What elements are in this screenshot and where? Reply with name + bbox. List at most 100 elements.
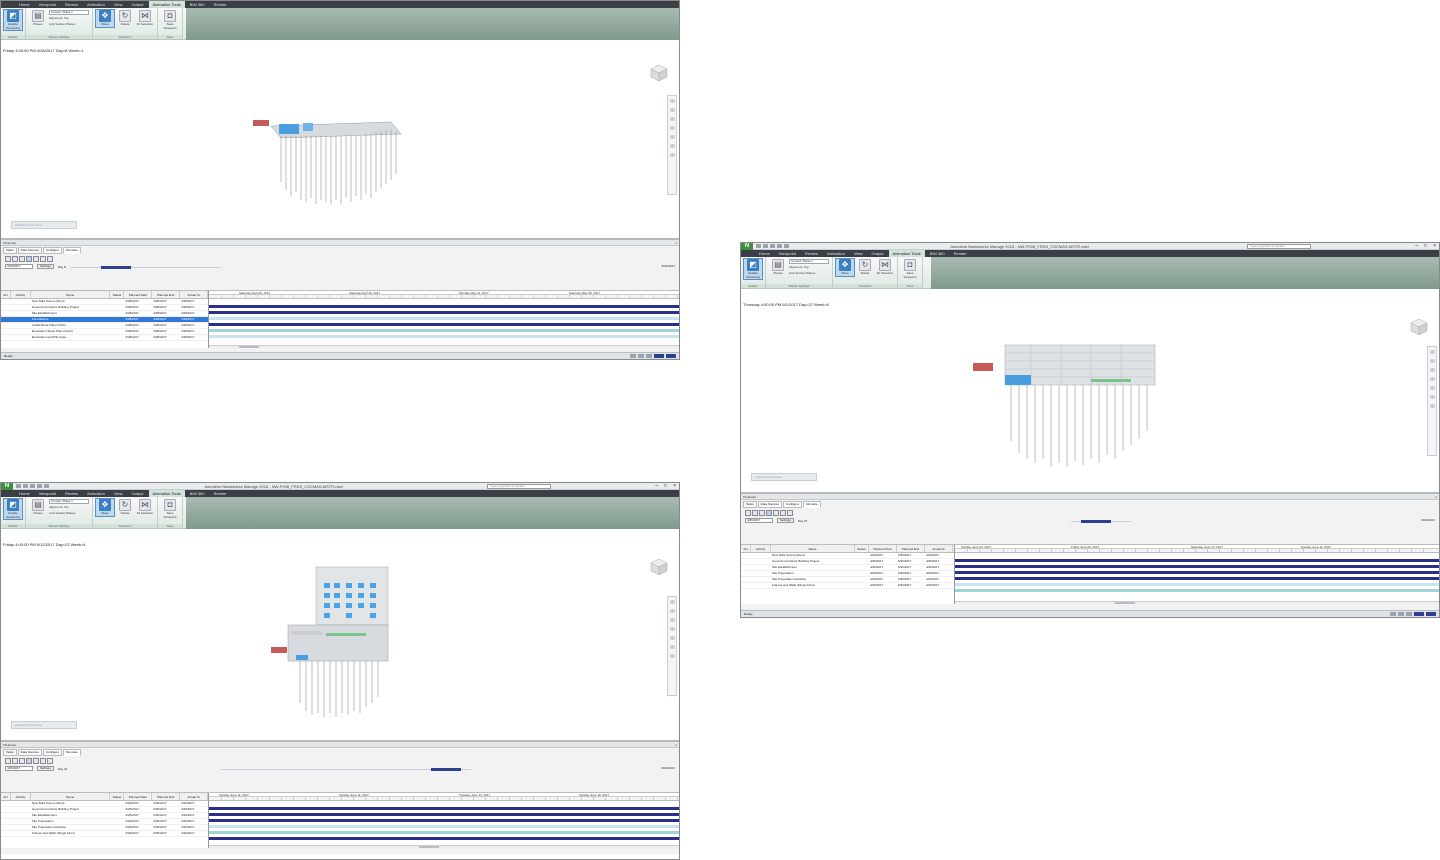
tab-animation-tools[interactable]: Animation Tools bbox=[148, 1, 185, 8]
alignment-dropdown[interactable]: Alignment: Top bbox=[49, 505, 89, 510]
navigation-bar[interactable] bbox=[667, 596, 677, 696]
viewcube-icon[interactable] bbox=[647, 61, 671, 83]
step-back-button[interactable] bbox=[12, 256, 18, 262]
play-button[interactable] bbox=[773, 510, 779, 516]
maximize-button[interactable]: □ bbox=[1424, 243, 1427, 250]
alignment-dropdown[interactable]: Alignment: Top bbox=[49, 16, 89, 21]
tab-data-sources[interactable]: Data Sources bbox=[17, 247, 42, 254]
pause-button[interactable] bbox=[766, 510, 772, 516]
date-input[interactable]: 4/26/2017 bbox=[5, 264, 33, 269]
col-planned-end[interactable]: Planned End bbox=[152, 793, 181, 800]
close-button[interactable]: × bbox=[1433, 243, 1436, 250]
col-status[interactable]: Status bbox=[110, 793, 125, 800]
col-actual-start[interactable]: Actual St bbox=[180, 793, 208, 800]
undo-icon[interactable] bbox=[777, 244, 782, 248]
tab-render[interactable]: Render bbox=[210, 490, 231, 497]
alignment-dropdown[interactable]: Alignment: Top bbox=[789, 265, 829, 270]
col-planned-start[interactable]: Planned Start bbox=[124, 793, 153, 800]
col-name[interactable]: Name bbox=[31, 793, 111, 800]
navigation-bar[interactable] bbox=[667, 95, 677, 195]
reverse-play-button[interactable] bbox=[19, 256, 25, 262]
minimize-button[interactable]: – bbox=[1415, 243, 1418, 250]
rewind-button[interactable] bbox=[745, 510, 751, 516]
redo-icon[interactable] bbox=[44, 484, 49, 488]
current-plane-dropdown[interactable]: Current: Plane 1 bbox=[789, 259, 829, 264]
reverse-play-button[interactable] bbox=[759, 510, 765, 516]
gantt-scrollbar[interactable] bbox=[209, 845, 679, 848]
tab-configure[interactable]: Configure bbox=[42, 247, 62, 254]
rotate-button[interactable]: ↻ Rotate bbox=[116, 499, 134, 516]
tab-animation-tools[interactable]: Animation Tools bbox=[888, 250, 925, 257]
save-icon[interactable] bbox=[23, 484, 28, 488]
move-button[interactable]: ✥ Move bbox=[95, 498, 115, 517]
timeline-slider[interactable] bbox=[71, 266, 221, 269]
forward-button[interactable] bbox=[47, 256, 53, 262]
open-icon[interactable] bbox=[16, 484, 21, 488]
table-row[interactable]: Excavation and Pile Caps 4/28/2017 4/28/20… bbox=[1, 335, 208, 341]
search-input[interactable]: Type a keyword or phrase bbox=[1247, 244, 1311, 249]
close-button[interactable]: × bbox=[673, 483, 676, 490]
save-viewpoint-button[interactable]: ◘ Save Viewpoint bbox=[161, 499, 179, 519]
tab-animation[interactable]: Animation bbox=[83, 490, 109, 497]
gantt-chart[interactable]: Sunday June 04, 2017 Friday June 09, 201… bbox=[955, 545, 1439, 604]
tab-render[interactable]: Render bbox=[950, 250, 971, 257]
gantt-bar[interactable] bbox=[209, 807, 679, 810]
tab-output[interactable]: Output bbox=[127, 1, 147, 8]
enable-sectioning-button[interactable]: ◩ Enable Sectioning bbox=[3, 498, 23, 520]
planes-button[interactable]: ▤ Planes bbox=[769, 259, 787, 276]
open-icon[interactable] bbox=[756, 244, 761, 248]
link-section-planes[interactable]: Link Section Planes bbox=[49, 511, 89, 516]
col-planned-start[interactable]: Planned Start bbox=[869, 545, 897, 552]
3d-viewport[interactable]: Friday 4:00:00 PM 4/28/2017 Day=8 Week=1… bbox=[1, 47, 679, 237]
current-plane-dropdown[interactable]: Current: Plane 1 bbox=[49, 499, 89, 504]
viewcube-icon[interactable] bbox=[1407, 315, 1431, 337]
building-model[interactable] bbox=[971, 341, 1166, 471]
settings-button[interactable]: Settings bbox=[37, 264, 54, 269]
col-act[interactable]: Act bbox=[1, 793, 11, 800]
print-icon[interactable] bbox=[770, 244, 775, 248]
tab-review[interactable]: Review bbox=[801, 250, 822, 257]
navigation-bar[interactable] bbox=[1427, 346, 1437, 456]
col-activity[interactable]: Activity bbox=[751, 545, 771, 552]
forward-button[interactable] bbox=[47, 758, 53, 764]
gantt-chart[interactable]: Saturday April 29, 2017 Saturday April 2… bbox=[209, 291, 679, 348]
col-act[interactable]: Act bbox=[1, 291, 11, 298]
col-activity[interactable]: Activity bbox=[11, 291, 31, 298]
tab-viewpoint[interactable]: Viewpoint bbox=[35, 1, 60, 8]
gantt-bar[interactable] bbox=[955, 565, 1439, 568]
pause-button[interactable] bbox=[26, 256, 32, 262]
timeline-slider[interactable] bbox=[1071, 520, 1131, 523]
close-icon[interactable]: × bbox=[675, 742, 677, 748]
gantt-bar[interactable] bbox=[209, 329, 679, 332]
col-name[interactable]: Name bbox=[31, 291, 111, 298]
move-button[interactable]: ✥ Move bbox=[835, 258, 855, 277]
gantt-bar[interactable] bbox=[209, 323, 679, 326]
close-icon[interactable]: × bbox=[675, 240, 677, 246]
maximize-button[interactable]: □ bbox=[664, 483, 667, 490]
col-actual-start[interactable]: Actual St bbox=[925, 545, 953, 552]
minimize-button[interactable]: – bbox=[655, 483, 658, 490]
tab-view[interactable]: View bbox=[850, 250, 867, 257]
tab-bim360[interactable]: BIM 360 bbox=[186, 1, 209, 8]
save-viewpoint-button[interactable]: ◘ Save Viewpoint bbox=[161, 10, 179, 30]
tab-bim360[interactable]: BIM 360 bbox=[186, 490, 209, 497]
hide-timeliner-button[interactable]: Hide/Show Timeliner bbox=[11, 221, 77, 229]
tab-animation-tools[interactable]: Animation Tools bbox=[148, 490, 185, 497]
tab-bim360[interactable]: BIM 360 bbox=[926, 250, 949, 257]
fit-selection-button[interactable]: ⋈ Fit Selection bbox=[136, 499, 154, 516]
tab-animation[interactable]: Animation bbox=[83, 1, 109, 8]
tab-viewpoint[interactable]: Viewpoint bbox=[35, 490, 60, 497]
rotate-button[interactable]: ↻ Rotate bbox=[856, 259, 874, 276]
table-row[interactable]: Frames and Walls (Single Floor) 4/26/2017… bbox=[741, 583, 954, 589]
save-icon[interactable] bbox=[763, 244, 768, 248]
tab-output[interactable]: Output bbox=[867, 250, 887, 257]
rewind-button[interactable] bbox=[5, 758, 11, 764]
pause-button[interactable] bbox=[26, 758, 32, 764]
settings-button[interactable]: Settings bbox=[777, 518, 794, 523]
col-planned-end[interactable]: Planned End bbox=[897, 545, 925, 552]
tab-tasks[interactable]: Tasks bbox=[3, 749, 17, 756]
gantt-bar[interactable] bbox=[955, 583, 1439, 586]
date-input[interactable]: 4/26/2017 bbox=[745, 518, 773, 523]
play-button[interactable] bbox=[33, 758, 39, 764]
forward-button[interactable] bbox=[787, 510, 793, 516]
